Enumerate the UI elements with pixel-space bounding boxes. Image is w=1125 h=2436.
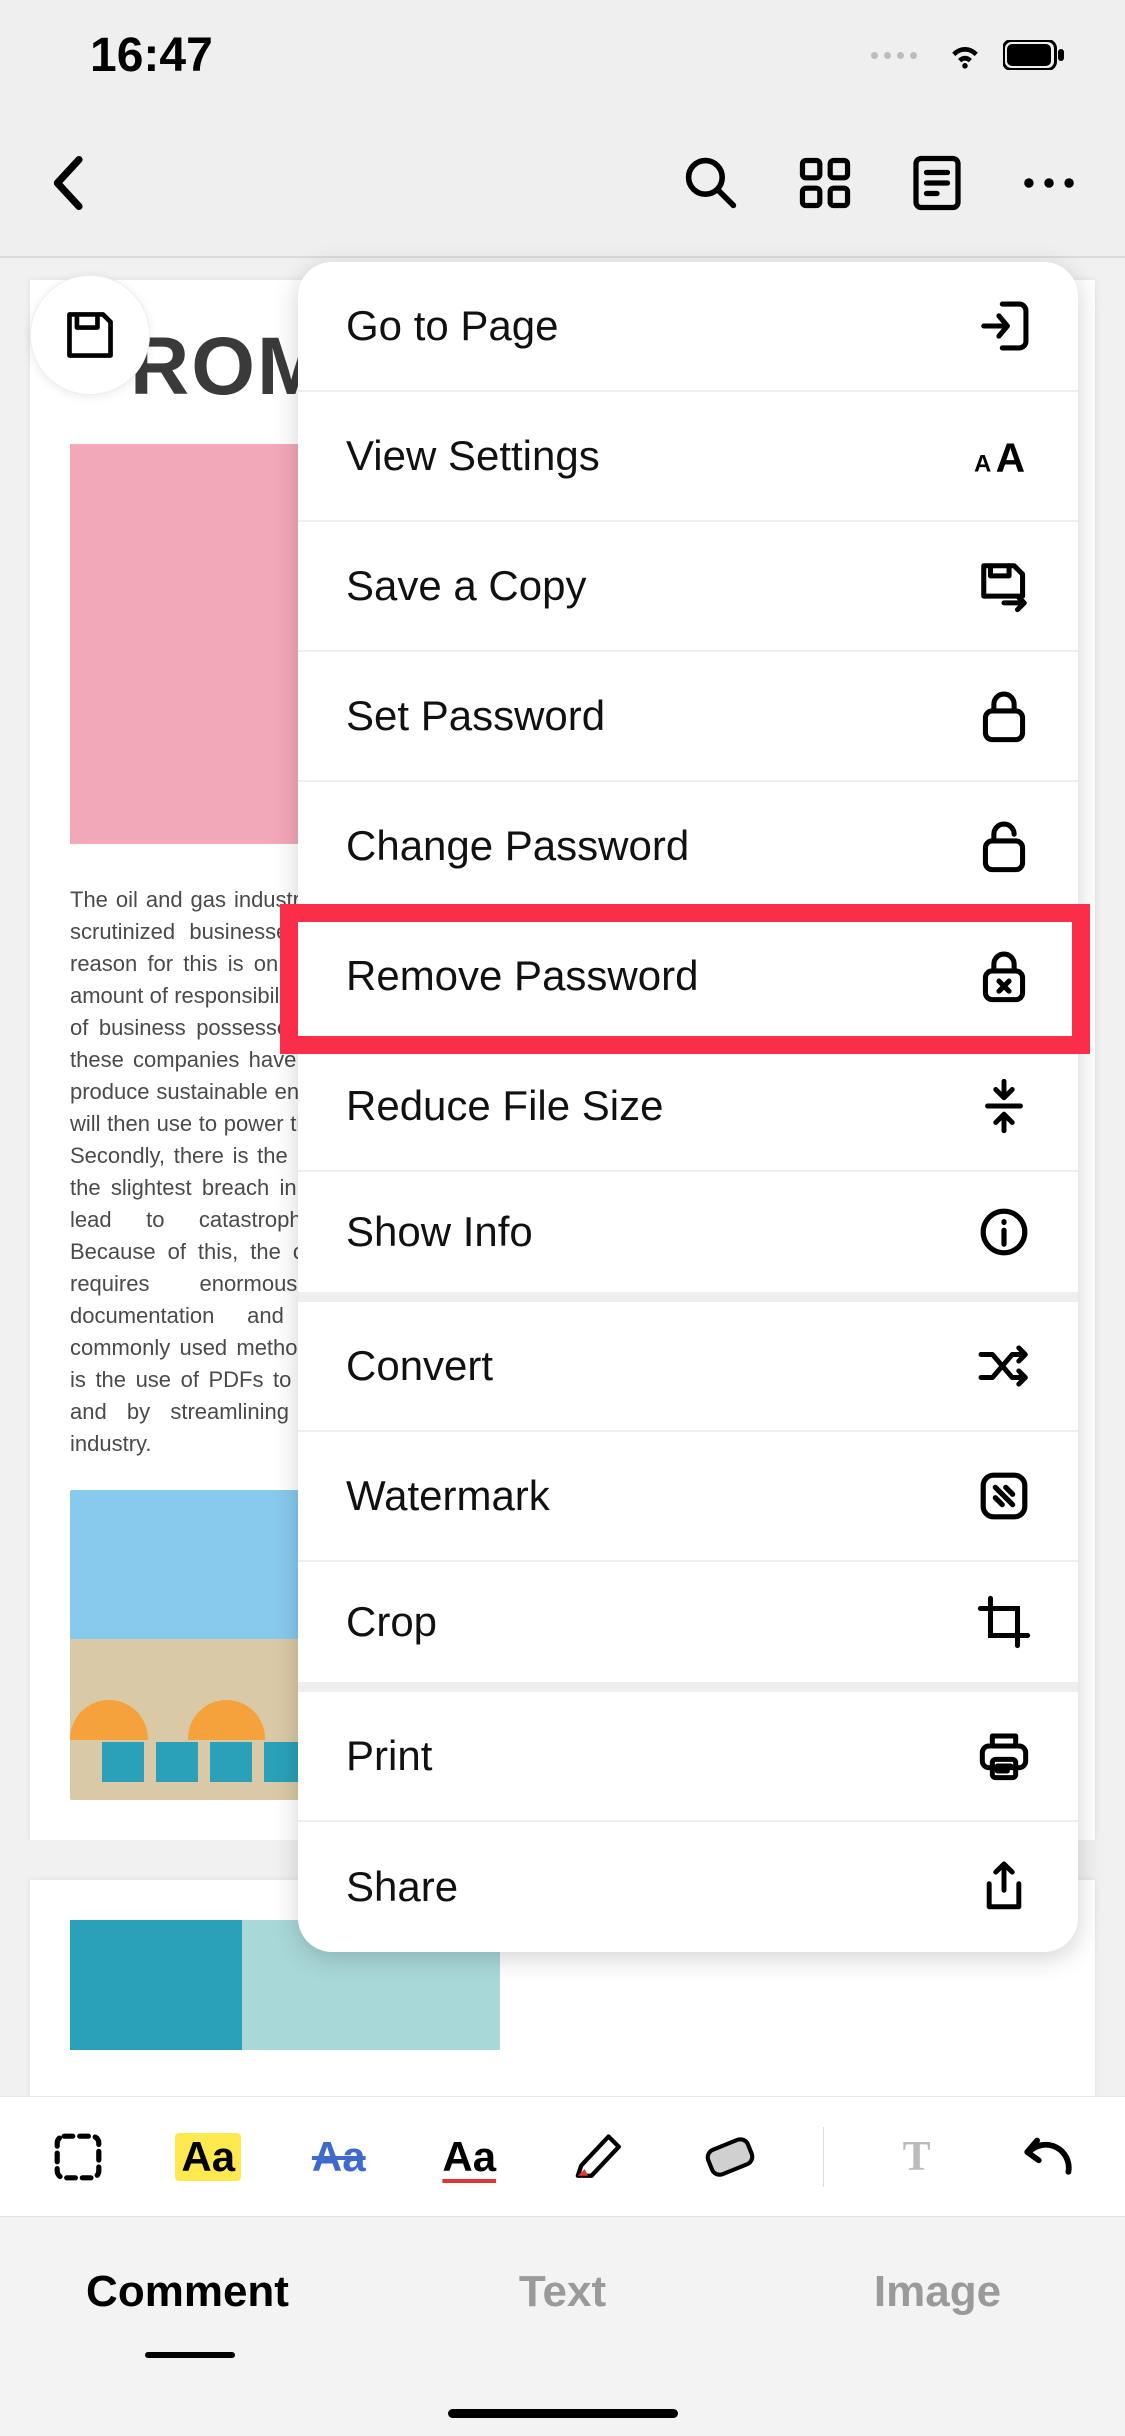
crop-icon: [974, 1595, 1034, 1649]
menu-item-label: Reduce File Size: [346, 1082, 663, 1130]
menu-item-reduce-file-size[interactable]: Reduce File Size: [298, 1042, 1078, 1172]
tab-text[interactable]: Text: [375, 2217, 750, 2436]
menu-item-label: Share: [346, 1863, 458, 1911]
highlight-button[interactable]: Aa: [171, 2117, 247, 2197]
menu-item-set-password[interactable]: Set Password: [298, 652, 1078, 782]
separator: [823, 2127, 824, 2187]
tab-image[interactable]: Image: [750, 2217, 1125, 2436]
lock-x-icon: [974, 949, 1034, 1003]
bottom-tab-bar: Comment Text Image: [0, 2216, 1125, 2436]
svg-text:A: A: [996, 435, 1025, 478]
battery-icon: [1003, 40, 1065, 70]
save-indicator[interactable]: [30, 275, 150, 395]
print-icon: [974, 1731, 1034, 1781]
menu-item-show-info[interactable]: Show Info: [298, 1172, 1078, 1302]
share-icon: [974, 1859, 1034, 1915]
menu-item-label: View Settings: [346, 432, 600, 480]
menu-item-view-settings[interactable]: View Settings AA: [298, 392, 1078, 522]
top-toolbar: [0, 110, 1125, 258]
menu-item-label: Go to Page: [346, 302, 558, 350]
status-icons: [871, 39, 1065, 71]
grid-view-button[interactable]: [799, 157, 851, 209]
compress-icon: [974, 1078, 1034, 1134]
status-bar: 16:47: [0, 0, 1125, 110]
active-tab-indicator: [145, 2352, 235, 2358]
menu-item-convert[interactable]: Convert: [298, 1302, 1078, 1432]
select-region-button[interactable]: [40, 2117, 116, 2197]
back-button[interactable]: [50, 156, 90, 210]
menu-item-label: Watermark: [346, 1472, 550, 1520]
menu-item-label: Show Info: [346, 1208, 533, 1256]
strikethrough-button[interactable]: Aa: [301, 2117, 377, 2197]
menu-item-label: Change Password: [346, 822, 689, 870]
overflow-menu: Go to Page View Settings AA Save a Copy …: [298, 262, 1078, 1952]
svg-text:A: A: [974, 451, 991, 478]
home-indicator: [448, 2409, 678, 2418]
menu-item-go-to-page[interactable]: Go to Page: [298, 262, 1078, 392]
save-copy-icon: [974, 559, 1034, 613]
outline-button[interactable]: [911, 155, 963, 211]
shuffle-icon: [974, 1343, 1034, 1389]
menu-item-label: Remove Password: [346, 952, 698, 1000]
enter-icon: [974, 299, 1034, 353]
menu-item-label: Save a Copy: [346, 562, 586, 610]
more-button[interactable]: [1023, 176, 1075, 190]
menu-item-crop[interactable]: Crop: [298, 1562, 1078, 1692]
marker-button[interactable]: [562, 2117, 638, 2197]
status-time: 16:47: [90, 28, 213, 83]
info-icon: [974, 1206, 1034, 1258]
menu-item-label: Set Password: [346, 692, 605, 740]
unlock-icon: [974, 819, 1034, 873]
menu-item-print[interactable]: Print: [298, 1692, 1078, 1822]
tab-comment[interactable]: Comment: [0, 2217, 375, 2436]
undo-button[interactable]: [1009, 2117, 1085, 2197]
search-button[interactable]: [683, 155, 739, 211]
lock-icon: [974, 689, 1034, 743]
menu-item-share[interactable]: Share: [298, 1822, 1078, 1952]
wifi-icon: [945, 39, 985, 71]
menu-item-change-password[interactable]: Change Password: [298, 782, 1078, 912]
menu-item-remove-password[interactable]: Remove Password: [298, 912, 1078, 1042]
text-tool-button[interactable]: T: [879, 2117, 955, 2197]
menu-item-watermark[interactable]: Watermark: [298, 1432, 1078, 1562]
menu-item-label: Print: [346, 1732, 432, 1780]
menu-item-label: Convert: [346, 1342, 493, 1390]
menu-item-label: Crop: [346, 1598, 437, 1646]
annotation-toolbar: Aa Aa Aa T: [0, 2096, 1125, 2216]
underline-button[interactable]: Aa: [432, 2117, 508, 2197]
watermark-icon: [974, 1470, 1034, 1522]
menu-item-save-copy[interactable]: Save a Copy: [298, 522, 1078, 652]
eraser-button[interactable]: [693, 2117, 769, 2197]
signal-dots-icon: [871, 52, 917, 59]
text-size-icon: AA: [974, 434, 1034, 478]
